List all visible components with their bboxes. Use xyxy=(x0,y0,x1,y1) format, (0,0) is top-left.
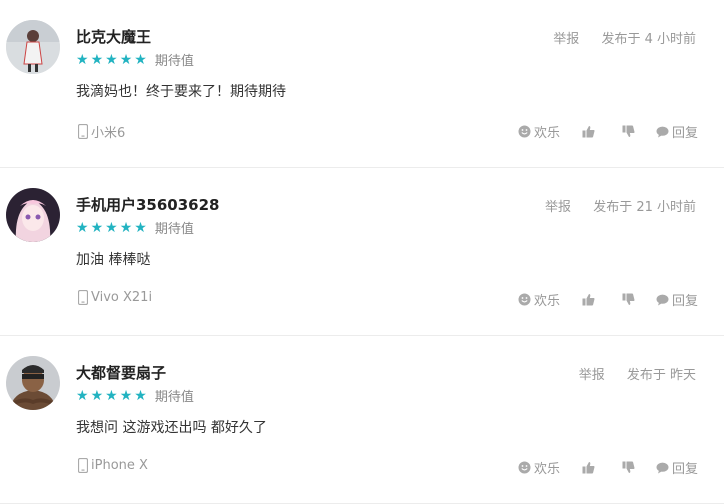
thumbs-down-icon xyxy=(622,125,635,137)
like-button[interactable] xyxy=(582,461,598,474)
device-info: Vivo X21i xyxy=(78,290,152,305)
star-icon: ★ xyxy=(76,387,89,404)
device-info: 小米6 xyxy=(78,122,125,141)
star-icon: ★ xyxy=(76,219,89,236)
post-time: 发布于 4 小时前 xyxy=(601,32,696,47)
happy-label: 欢乐 xyxy=(533,126,560,141)
thumbs-up-icon xyxy=(582,294,595,306)
reply-label: 回复 xyxy=(671,126,698,141)
rating-label: 期待值 xyxy=(154,54,194,69)
comment-content: 我滴妈也！终于要来了！期待期待 xyxy=(76,84,286,100)
happy-button[interactable]: 欢乐 xyxy=(518,122,560,141)
star-icon: ★ xyxy=(134,387,147,404)
device-name: Vivo X21i xyxy=(91,290,153,305)
smiley-icon xyxy=(518,125,531,138)
reply-button[interactable]: 回复 xyxy=(656,122,698,141)
avatar[interactable] xyxy=(6,20,60,74)
thumbs-up-icon xyxy=(582,462,595,474)
star-icon: ★ xyxy=(76,51,89,68)
smiley-icon xyxy=(518,293,531,306)
device-name: iPhone X xyxy=(91,458,148,473)
star-icon: ★ xyxy=(134,219,147,236)
rating: ★ ★ ★ ★ ★ 期待值 xyxy=(76,386,194,406)
avatar[interactable] xyxy=(6,356,60,410)
dislike-button[interactable] xyxy=(622,293,638,306)
like-button[interactable] xyxy=(582,125,598,138)
comment-meta: 举报 发布于 21 小时前 xyxy=(545,196,696,215)
comment-actions: 欢乐 回复 xyxy=(518,458,698,477)
reply-button[interactable]: 回复 xyxy=(656,290,698,309)
thumbs-up-icon xyxy=(582,126,595,138)
report-link[interactable]: 举报 xyxy=(545,200,571,215)
star-icon: ★ xyxy=(90,51,104,68)
rating-label: 期待值 xyxy=(154,222,194,237)
post-time: 发布于 昨天 xyxy=(626,368,696,383)
star-icon: ★ xyxy=(134,51,147,68)
comment-item: 比克大魔王 举报 发布于 4 小时前 ★ ★ ★ ★ ★ 期待值 我滴妈也！终于… xyxy=(0,0,724,168)
comment-bubble-icon xyxy=(656,294,669,305)
star-icon: ★ xyxy=(105,387,118,404)
star-icon: ★ xyxy=(90,387,104,404)
star-icon: ★ xyxy=(105,219,118,236)
star-icon: ★ xyxy=(90,219,104,236)
post-time: 发布于 21 小时前 xyxy=(593,200,696,215)
star-rating: ★ ★ ★ ★ ★ xyxy=(76,389,147,403)
comment-meta: 举报 发布于 4 小时前 xyxy=(553,28,696,47)
avatar[interactable] xyxy=(6,188,60,242)
rating: ★ ★ ★ ★ ★ 期待值 xyxy=(76,50,194,70)
rating: ★ ★ ★ ★ ★ 期待值 xyxy=(76,218,194,238)
phone-icon xyxy=(78,290,88,305)
star-icon: ★ xyxy=(119,219,133,236)
username[interactable]: 大都督要扇子 xyxy=(76,362,166,383)
report-link[interactable]: 举报 xyxy=(553,32,579,47)
reply-label: 回复 xyxy=(671,462,698,477)
dislike-button[interactable] xyxy=(622,461,638,474)
happy-button[interactable]: 欢乐 xyxy=(518,290,560,309)
rating-label: 期待值 xyxy=(154,390,194,405)
comment-actions: 欢乐 回复 xyxy=(518,290,698,309)
phone-icon xyxy=(78,458,88,473)
star-icon: ★ xyxy=(119,51,133,68)
like-button[interactable] xyxy=(582,293,598,306)
comment-meta: 举报 发布于 昨天 xyxy=(579,364,696,383)
comment-bubble-icon xyxy=(656,462,669,473)
star-icon: ★ xyxy=(119,387,133,404)
comment-item: 大都督要扇子 举报 发布于 昨天 ★ ★ ★ ★ ★ 期待值 我想问 这游戏还出… xyxy=(0,336,724,504)
device-info: iPhone X xyxy=(78,458,148,473)
star-rating: ★ ★ ★ ★ ★ xyxy=(76,53,147,67)
comment-bubble-icon xyxy=(656,126,669,137)
comment-content: 加油 棒棒哒 xyxy=(76,252,151,268)
thumbs-down-icon xyxy=(622,461,635,473)
username[interactable]: 手机用户35603628 xyxy=(76,194,220,215)
star-icon: ★ xyxy=(105,51,118,68)
reply-button[interactable]: 回复 xyxy=(656,458,698,477)
happy-button[interactable]: 欢乐 xyxy=(518,458,560,477)
device-name: 小米6 xyxy=(91,126,126,141)
reply-label: 回复 xyxy=(671,294,698,309)
smiley-icon xyxy=(518,461,531,474)
report-link[interactable]: 举报 xyxy=(579,368,605,383)
dislike-button[interactable] xyxy=(622,125,638,138)
comment-content: 我想问 这游戏还出吗 都好久了 xyxy=(76,420,267,436)
username[interactable]: 比克大魔王 xyxy=(76,26,151,47)
comment-actions: 欢乐 回复 xyxy=(518,122,698,141)
phone-icon xyxy=(78,124,88,139)
star-rating: ★ ★ ★ ★ ★ xyxy=(76,221,147,235)
comment-item: 手机用户35603628 举报 发布于 21 小时前 ★ ★ ★ ★ ★ 期待值… xyxy=(0,168,724,336)
thumbs-down-icon xyxy=(622,293,635,305)
happy-label: 欢乐 xyxy=(533,462,560,477)
happy-label: 欢乐 xyxy=(533,294,560,309)
